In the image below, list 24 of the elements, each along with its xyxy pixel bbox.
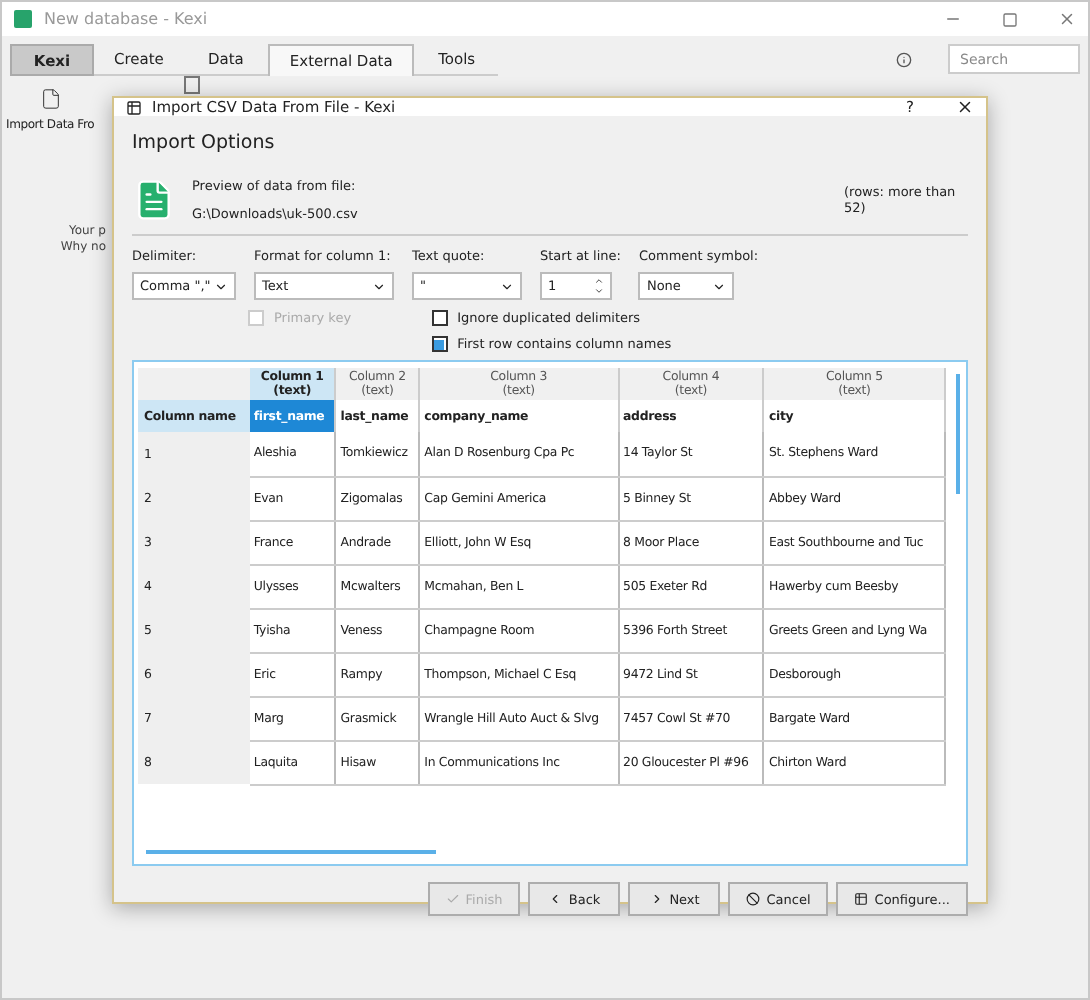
window-title: New database - Kexi <box>44 10 210 28</box>
checkbox[interactable] <box>431 336 448 352</box>
table-icon <box>126 99 142 115</box>
chevron-down-icon <box>712 279 727 293</box>
checkbox[interactable] <box>431 310 448 326</box>
maximize-icon[interactable] <box>1002 11 1018 27</box>
chevron-down-icon <box>500 279 514 293</box>
document-icon <box>39 88 62 110</box>
chevron-down-icon <box>214 279 228 293</box>
scrollbar[interactable] <box>146 850 436 854</box>
scrollbar[interactable] <box>956 374 960 494</box>
table-icon <box>854 892 869 906</box>
info-icon[interactable] <box>896 51 912 67</box>
cancel-icon <box>746 892 761 906</box>
document-icon[interactable] <box>184 76 200 94</box>
spreadsheet-file-icon <box>132 178 176 222</box>
chevron-right-icon <box>649 892 664 906</box>
close-icon[interactable] <box>956 98 974 116</box>
app-icon <box>14 10 32 28</box>
chevron-left-icon <box>548 892 563 906</box>
chevron-down-icon <box>372 279 386 293</box>
section-heading: Import Options <box>132 132 277 154</box>
spin-arrows-icon[interactable] <box>594 276 604 296</box>
check-icon <box>445 892 460 906</box>
